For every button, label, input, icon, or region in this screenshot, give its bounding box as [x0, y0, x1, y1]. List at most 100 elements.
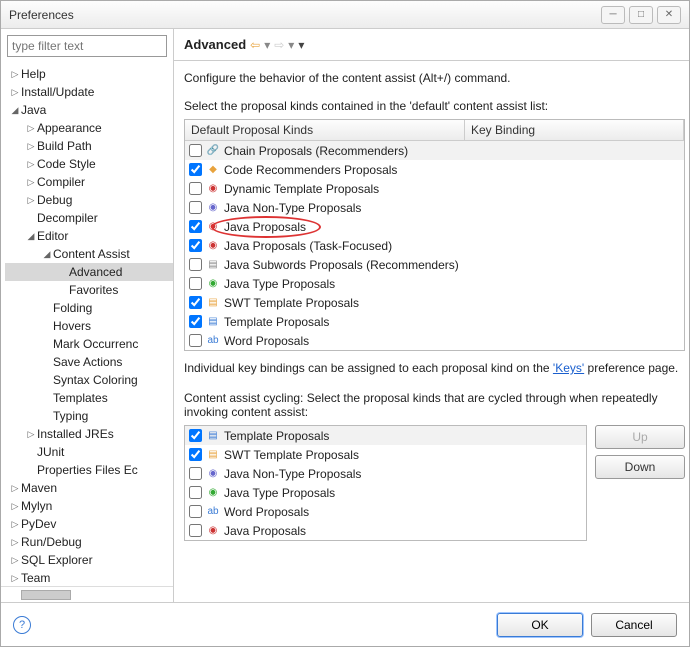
expand-icon[interactable]: ◢	[41, 249, 53, 260]
tree-item[interactable]: ▷Team	[5, 569, 173, 586]
table-row[interactable]: ▤Java Subwords Proposals (Recommenders)	[185, 255, 684, 274]
proposal-checkbox[interactable]	[189, 258, 202, 271]
maximize-button[interactable]: □	[629, 6, 653, 24]
nav-forward-icon[interactable]: ⇨	[274, 38, 284, 52]
expand-icon[interactable]: ▷	[9, 519, 21, 530]
expand-icon[interactable]: ▷	[9, 87, 21, 98]
proposal-checkbox[interactable]	[189, 334, 202, 347]
table-row[interactable]: ◉Java Type Proposals	[185, 274, 684, 293]
column-header-keybinding[interactable]: Key Binding	[465, 120, 684, 140]
table-row[interactable]: ◉Java Proposals	[185, 217, 684, 236]
expand-icon[interactable]: ▷	[25, 141, 37, 152]
expand-icon[interactable]: ▷	[25, 159, 37, 170]
proposal-checkbox[interactable]	[189, 182, 202, 195]
tree-item[interactable]: JUnit	[5, 443, 173, 461]
tree-item[interactable]: Syntax Coloring	[5, 371, 173, 389]
tree-item[interactable]: ▷Debug	[5, 191, 173, 209]
table-row[interactable]: ▤SWT Template Proposals	[185, 445, 586, 464]
help-icon[interactable]: ?	[13, 616, 31, 634]
cancel-button[interactable]: Cancel	[591, 613, 677, 637]
tree-item[interactable]: ▷Appearance	[5, 119, 173, 137]
table-row[interactable]: abWord Proposals	[185, 331, 684, 350]
proposal-checkbox[interactable]	[189, 163, 202, 176]
tree-item[interactable]: Properties Files Ec	[5, 461, 173, 479]
ok-button[interactable]: OK	[497, 613, 583, 637]
proposal-checkbox[interactable]	[189, 524, 202, 537]
nav-back-icon[interactable]: ⇦	[250, 38, 260, 52]
tree-item[interactable]: ◢Java	[5, 101, 173, 119]
expand-icon[interactable]: ▷	[25, 429, 37, 440]
expand-icon[interactable]: ▷	[25, 195, 37, 206]
filter-input[interactable]	[7, 35, 167, 57]
tree-item[interactable]: Save Actions	[5, 353, 173, 371]
keys-link[interactable]: 'Keys'	[553, 361, 584, 375]
tree-item[interactable]: Favorites	[5, 281, 173, 299]
tree-item[interactable]: ▷Help	[5, 65, 173, 83]
tree-item[interactable]: Typing	[5, 407, 173, 425]
proposal-checkbox[interactable]	[189, 239, 202, 252]
minimize-button[interactable]: ─	[601, 6, 625, 24]
tree-item[interactable]: ◢Content Assist	[5, 245, 173, 263]
column-header-kinds[interactable]: Default Proposal Kinds	[185, 120, 465, 140]
expand-icon[interactable]: ▷	[9, 483, 21, 494]
table-row[interactable]: ◉Java Non-Type Proposals	[185, 464, 586, 483]
table-row[interactable]: abWord Proposals	[185, 502, 586, 521]
proposal-checkbox[interactable]	[189, 486, 202, 499]
expand-icon[interactable]: ▷	[25, 177, 37, 188]
tree-item[interactable]: Hovers	[5, 317, 173, 335]
nav-menu-icon[interactable]: ▾	[298, 38, 304, 52]
tree-item[interactable]: Templates	[5, 389, 173, 407]
proposal-checkbox[interactable]	[189, 315, 202, 328]
table-row[interactable]: ◉Java Proposals	[185, 521, 586, 540]
expand-icon[interactable]: ▷	[9, 555, 21, 566]
proposal-checkbox[interactable]	[189, 220, 202, 233]
tree-item[interactable]: ▷Maven	[5, 479, 173, 497]
proposal-label: Java Type Proposals	[224, 486, 335, 500]
table-row[interactable]: ◉Java Type Proposals	[185, 483, 586, 502]
preferences-tree[interactable]: ▷Help▷Install/Update◢Java▷Appearance▷Bui…	[1, 63, 173, 586]
close-button[interactable]: ✕	[657, 6, 681, 24]
tree-item[interactable]: ▷Mylyn	[5, 497, 173, 515]
table-row[interactable]: ▤Template Proposals	[185, 426, 586, 445]
nav-forward-menu-icon[interactable]: ▾	[288, 38, 294, 52]
tree-item[interactable]: ▷Installed JREs	[5, 425, 173, 443]
expand-icon[interactable]: ▷	[9, 69, 21, 80]
tree-item[interactable]: ▷Install/Update	[5, 83, 173, 101]
expand-icon[interactable]: ◢	[9, 105, 21, 116]
tree-item[interactable]: Mark Occurrenc	[5, 335, 173, 353]
table-row[interactable]: ◉Java Non-Type Proposals	[185, 198, 684, 217]
table-row[interactable]: ◉Dynamic Template Proposals	[185, 179, 684, 198]
proposal-checkbox[interactable]	[189, 277, 202, 290]
up-button[interactable]: Up	[595, 425, 685, 449]
proposal-checkbox[interactable]	[189, 201, 202, 214]
table-row[interactable]: 🔗Chain Proposals (Recommenders)	[185, 141, 684, 160]
table-row[interactable]: ▤Template Proposals	[185, 312, 684, 331]
proposal-checkbox[interactable]	[189, 467, 202, 480]
proposal-checkbox[interactable]	[189, 429, 202, 442]
nav-back-menu-icon[interactable]: ▾	[264, 38, 270, 52]
tree-item[interactable]: ▷Build Path	[5, 137, 173, 155]
tree-item[interactable]: Decompiler	[5, 209, 173, 227]
down-button[interactable]: Down	[595, 455, 685, 479]
expand-icon[interactable]: ▷	[9, 501, 21, 512]
tree-item[interactable]: ▷Code Style	[5, 155, 173, 173]
expand-icon[interactable]: ▷	[9, 573, 21, 584]
tree-item[interactable]: ◢Editor	[5, 227, 173, 245]
tree-item[interactable]: ▷PyDev	[5, 515, 173, 533]
expand-icon[interactable]: ▷	[25, 123, 37, 134]
tree-item[interactable]: Advanced	[5, 263, 173, 281]
expand-icon[interactable]: ◢	[25, 231, 37, 242]
tree-item[interactable]: ▷SQL Explorer	[5, 551, 173, 569]
proposal-checkbox[interactable]	[189, 448, 202, 461]
table-row[interactable]: ◉Java Proposals (Task-Focused)	[185, 236, 684, 255]
table-row[interactable]: ◆Code Recommenders Proposals	[185, 160, 684, 179]
expand-icon[interactable]: ▷	[9, 537, 21, 548]
proposal-checkbox[interactable]	[189, 296, 202, 309]
tree-item[interactable]: ▷Compiler	[5, 173, 173, 191]
horizontal-scrollbar[interactable]	[1, 586, 173, 602]
tree-item[interactable]: ▷Run/Debug	[5, 533, 173, 551]
tree-item[interactable]: Folding	[5, 299, 173, 317]
table-row[interactable]: ▤SWT Template Proposals	[185, 293, 684, 312]
proposal-checkbox[interactable]	[189, 505, 202, 518]
proposal-checkbox[interactable]	[189, 144, 202, 157]
